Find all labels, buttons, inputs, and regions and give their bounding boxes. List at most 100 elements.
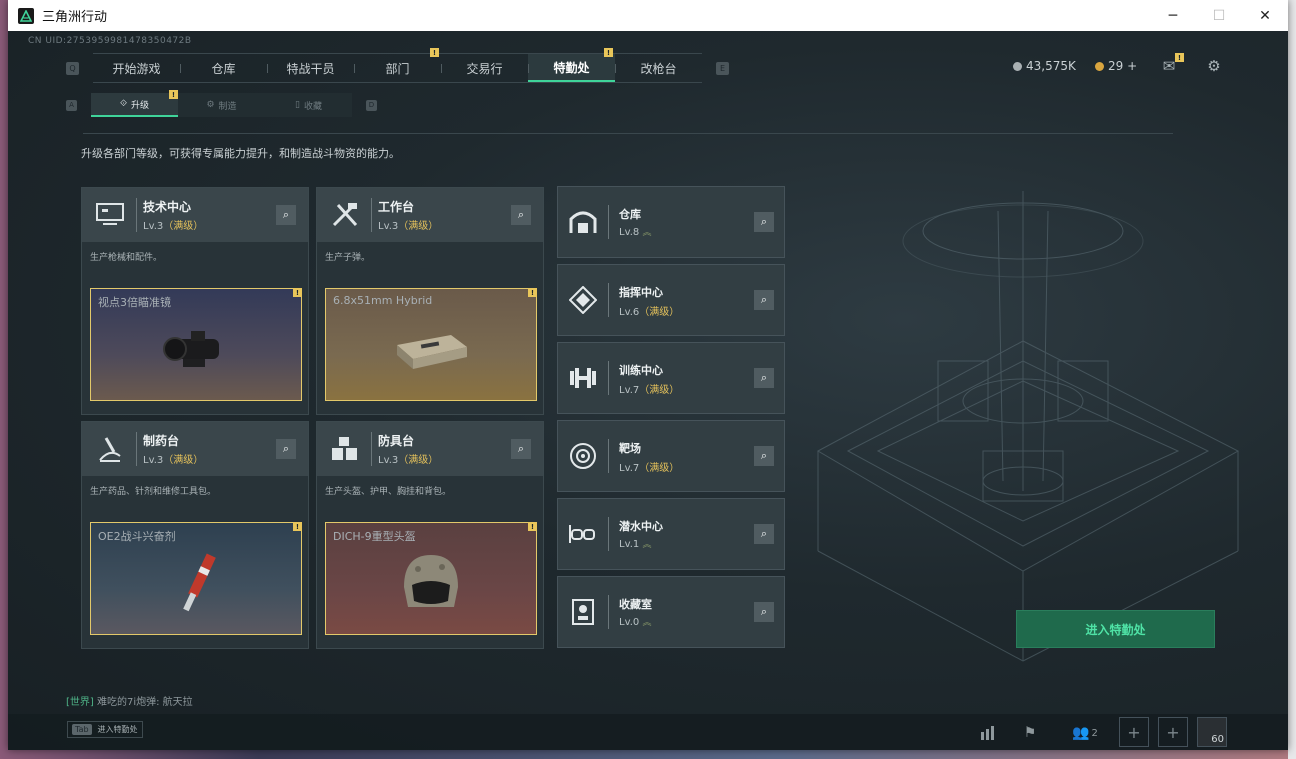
facility-level: Lv.3（满级） — [143, 221, 204, 232]
search-icon[interactable]: ⌕ — [276, 205, 296, 225]
tab-trading[interactable]: 交易行 — [441, 54, 528, 82]
notification-badge: ! — [169, 90, 178, 99]
player-avatar[interactable]: 60 — [1197, 717, 1227, 747]
nav-prev-key[interactable]: Q — [66, 61, 79, 75]
facility-description: 生产枪械和配件。 — [90, 253, 163, 263]
upgrade-icon: ⟐ — [119, 99, 128, 109]
facility-card-command-center[interactable]: 指挥中心 Lv.6（满级） ⌕ — [557, 264, 785, 336]
chat-channel: [世界] — [66, 697, 94, 708]
facility-level: Lv.7（满级） — [619, 463, 680, 474]
facility-name: 靶场 — [619, 442, 641, 455]
notification-badge: ! — [293, 288, 302, 297]
app-logo-icon — [18, 7, 34, 24]
divider — [83, 133, 1173, 134]
close-button[interactable]: ✕ — [1242, 0, 1288, 31]
product-slot[interactable]: OE2战斗兴奋剂 ! — [90, 522, 302, 635]
tab-gunsmith[interactable]: 改枪台 — [615, 54, 702, 82]
minimize-button[interactable]: ─ — [1150, 0, 1196, 31]
invite-slot-plus-icon[interactable]: + — [1119, 717, 1149, 747]
chat-text: 难吃的7i炮弹: 航天拉 — [93, 697, 193, 708]
tab-warehouse[interactable]: 仓库 — [180, 54, 267, 82]
tab-special-ops[interactable]: 特勤处! — [528, 48, 615, 82]
subtab-collection[interactable]: ▯ 收藏 — [265, 93, 352, 117]
product-slot[interactable]: 6.8x51mm Hybrid ! — [325, 288, 537, 401]
goggles-icon — [568, 519, 598, 549]
subnav-prev-key[interactable]: A — [66, 99, 77, 111]
maximize-button[interactable]: ☐ — [1196, 0, 1242, 31]
search-icon[interactable]: ⌕ — [754, 602, 774, 622]
facility-card-workbench[interactable]: 工作台 Lv.3（满级） ⌕ 生产子弹。 6.8x51mm Hybrid ! — [316, 187, 544, 415]
tab-shortcut-hint[interactable]: Tab 进入特勤处 — [67, 721, 143, 738]
tab-start-game[interactable]: 开始游戏 — [93, 54, 180, 82]
helmet-image — [404, 555, 458, 608]
facility-level: Lv.0 ︽ — [619, 617, 652, 628]
search-icon[interactable]: ⌕ — [754, 446, 774, 466]
subtab-upgrade[interactable]: ⟐ 升级! — [91, 90, 178, 117]
settings-gear-icon[interactable]: ⚙ — [1205, 57, 1223, 75]
facility-level: Lv.3（满级） — [378, 455, 439, 466]
flag-icon[interactable]: ⚑ — [1020, 723, 1040, 743]
facility-card-training-center[interactable]: 训练中心 Lv.7（满级） ⌕ — [557, 342, 785, 414]
facility-level: Lv.7（满级） — [619, 385, 680, 396]
notification-badge: ! — [604, 48, 613, 57]
search-icon[interactable]: ⌕ — [276, 439, 296, 459]
party-count: 2 — [1091, 727, 1098, 739]
ammo-box-image — [397, 335, 467, 370]
facility-card-pharmacy[interactable]: 制药台 Lv.3（满级） ⌕ 生产药品、针剂和维修工具包。 OE2战斗兴奋剂 ! — [81, 421, 309, 649]
target-icon — [568, 441, 598, 471]
ticket-balance[interactable]: 29 + — [1095, 59, 1137, 73]
coin-balance[interactable]: 43,575K — [1013, 59, 1076, 73]
search-icon[interactable]: ⌕ — [754, 212, 774, 232]
subnav-next-key[interactable]: D — [366, 99, 377, 111]
facility-card-warehouse[interactable]: 仓库 Lv.8 ︽ ⌕ — [557, 186, 785, 258]
notification-badge: ! — [430, 48, 439, 57]
facility-card-collection-room[interactable]: 收藏室 Lv.0 ︽ ⌕ — [557, 576, 785, 648]
enter-special-ops-button[interactable]: 进入特勤处 — [1016, 610, 1215, 648]
base-wireframe-illustration — [816, 191, 1240, 662]
dumbbell-icon — [568, 363, 598, 393]
product-slot[interactable]: DICH-9重型头盔 ! — [325, 522, 537, 635]
product-name: DICH-9重型头盔 — [333, 530, 416, 543]
scope-image — [163, 331, 219, 368]
facility-level: Lv.3（满级） — [143, 455, 204, 466]
facility-card-diving-center[interactable]: 潜水中心 Lv.1 ︽ ⌕ — [557, 498, 785, 570]
invite-slot-plus-icon[interactable]: + — [1158, 717, 1188, 747]
facility-name: 防具台 — [378, 434, 415, 448]
upgrade-arrow-icon: ︽ — [642, 618, 652, 628]
search-icon[interactable]: ⌕ — [754, 524, 774, 544]
warehouse-icon — [568, 207, 598, 237]
facility-card-armor-bench[interactable]: 防具台 Lv.3（满级） ⌕ 生产头盔、护甲、胸挂和背包。 DICH-9重型头盔… — [316, 421, 544, 649]
facility-level: Lv.6（满级） — [619, 307, 680, 318]
stats-chart-icon[interactable] — [978, 723, 998, 743]
monitor-icon — [90, 195, 130, 235]
facility-name: 制药台 — [143, 434, 180, 448]
subtab-craft[interactable]: ⚙ 制造 — [178, 93, 265, 117]
nav-next-key[interactable]: E — [716, 61, 729, 75]
facility-card-shooting-range[interactable]: 靶场 Lv.7（满级） ⌕ — [557, 420, 785, 492]
notification-badge: ! — [1175, 53, 1184, 62]
vault-icon — [568, 597, 598, 627]
search-icon[interactable]: ⌕ — [754, 368, 774, 388]
search-icon[interactable]: ⌕ — [511, 439, 531, 459]
tab-operators[interactable]: 特战干员 — [267, 54, 354, 82]
party-icon[interactable]: 👥 2 — [1068, 723, 1102, 743]
product-name: 视点3倍瞄准镜 — [98, 296, 171, 309]
facility-card-tech-center[interactable]: 技术中心 Lv.3（满级） ⌕ 生产枪械和配件。 视点3倍瞄准镜 ! — [81, 187, 309, 415]
facility-name: 仓库 — [619, 208, 641, 221]
page-description: 升级各部门等级，可获得专属能力提升，和制造战斗物资的能力。 — [81, 147, 400, 160]
facility-name: 工作台 — [378, 200, 415, 214]
mail-icon[interactable]: ✉! — [1160, 53, 1184, 75]
product-name: 6.8x51mm Hybrid — [333, 294, 433, 307]
game-viewport: CN UID:2753959981478350472B Q 开始游戏 仓库 特战… — [8, 31, 1288, 750]
product-name: OE2战斗兴奋剂 — [98, 530, 176, 543]
tab-departments[interactable]: 部门! — [354, 48, 441, 82]
search-icon[interactable]: ⌕ — [511, 205, 531, 225]
player-uid: CN UID:2753959981478350472B — [28, 36, 192, 46]
facility-level: Lv.8 ︽ — [619, 227, 652, 238]
search-icon[interactable]: ⌕ — [754, 290, 774, 310]
chat-message[interactable]: [世界] 难吃的7i炮弹: 航天拉 — [66, 693, 193, 708]
upgrade-arrow-icon: ︽ — [642, 540, 652, 550]
upgrade-arrow-icon: ︽ — [642, 228, 652, 238]
stimulant-syringe-image — [183, 553, 216, 612]
product-slot[interactable]: 视点3倍瞄准镜 ! — [90, 288, 302, 401]
